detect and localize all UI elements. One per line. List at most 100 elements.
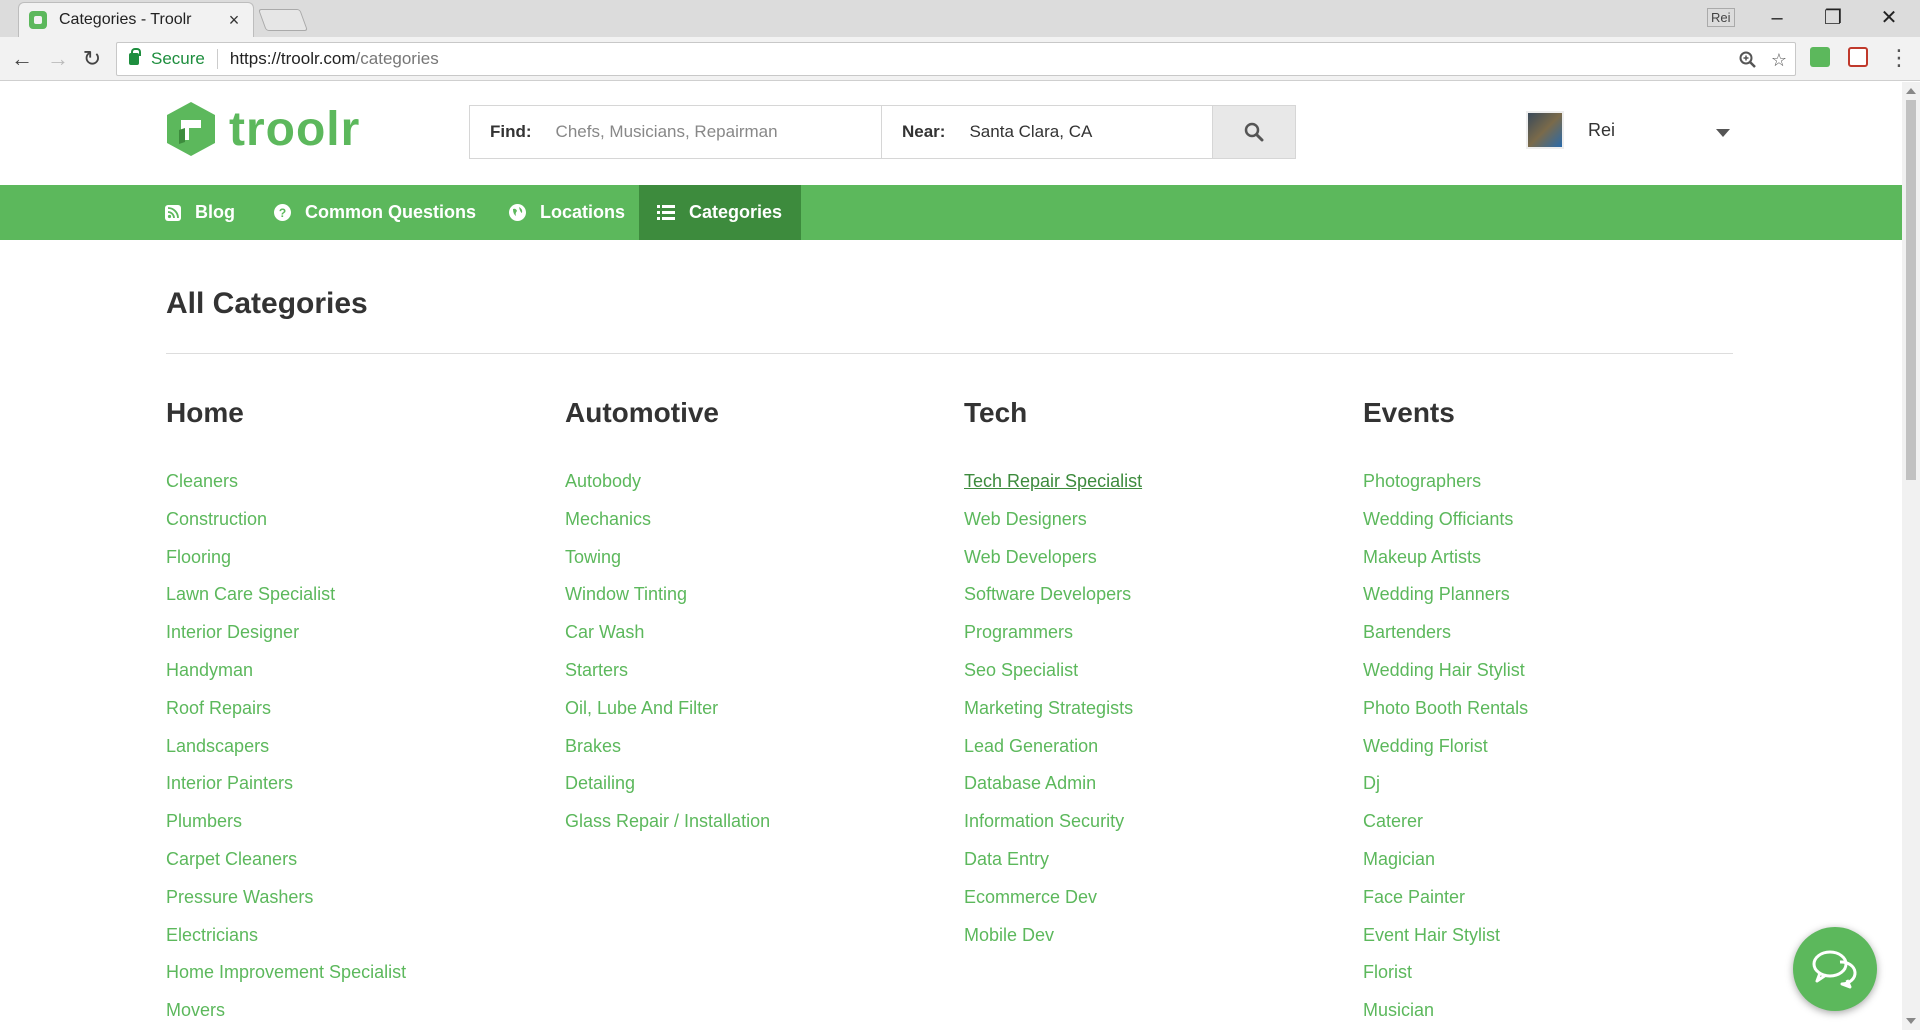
category-link[interactable]: Interior Painters bbox=[166, 773, 406, 811]
category-link[interactable]: Wedding Florist bbox=[1363, 736, 1528, 774]
category-link[interactable]: Wedding Planners bbox=[1363, 584, 1528, 622]
site-header: troolr Find: Chefs, Musicians, Repairman… bbox=[0, 82, 1902, 185]
category-link[interactable]: Plumbers bbox=[166, 811, 406, 849]
category-link[interactable]: Photo Booth Rentals bbox=[1363, 698, 1528, 736]
scroll-down-icon[interactable] bbox=[1906, 1018, 1916, 1024]
reload-icon[interactable]: ↻ bbox=[78, 45, 106, 73]
title-divider bbox=[166, 353, 1733, 354]
nav-item-common-questions[interactable]: ? Common Questions bbox=[256, 185, 494, 240]
forward-arrow-icon[interactable]: → bbox=[44, 45, 72, 73]
category-link[interactable]: Detailing bbox=[565, 773, 770, 811]
category-link[interactable]: Programmers bbox=[964, 622, 1142, 660]
troolr-favicon-icon bbox=[29, 11, 47, 29]
minimize-icon[interactable]: – bbox=[1754, 4, 1800, 32]
find-input[interactable]: Chefs, Musicians, Repairman bbox=[556, 122, 778, 142]
category-link[interactable]: Cleaners bbox=[166, 471, 406, 509]
avatar[interactable] bbox=[1526, 111, 1564, 149]
new-tab-button[interactable] bbox=[257, 9, 309, 31]
category-link[interactable]: Flooring bbox=[166, 547, 406, 585]
find-field[interactable]: Find: Chefs, Musicians, Repairman bbox=[470, 106, 882, 158]
category-link[interactable]: Software Developers bbox=[964, 584, 1142, 622]
category-link[interactable]: Electricians bbox=[166, 925, 406, 963]
extension-green-icon[interactable] bbox=[1810, 47, 1830, 67]
column-title: Home bbox=[166, 397, 244, 428]
bookmark-star-icon[interactable]: ☆ bbox=[1771, 50, 1787, 71]
category-link[interactable]: Event Hair Stylist bbox=[1363, 925, 1528, 963]
browser-tab[interactable]: Categories - Troolr × bbox=[18, 2, 254, 37]
category-link[interactable]: Brakes bbox=[565, 736, 770, 774]
near-input[interactable]: Santa Clara, CA bbox=[969, 122, 1092, 142]
extension-pocket-icon[interactable] bbox=[1848, 47, 1868, 67]
category-link[interactable]: Data Entry bbox=[964, 849, 1142, 887]
category-link[interactable]: Mechanics bbox=[565, 509, 770, 547]
category-link[interactable]: Car Wash bbox=[565, 622, 770, 660]
page-scrollbar[interactable] bbox=[1902, 82, 1920, 1030]
nav-item-locations[interactable]: Locations bbox=[491, 185, 643, 240]
category-link[interactable]: Tech Repair Specialist bbox=[964, 471, 1142, 509]
category-link[interactable]: Lead Generation bbox=[964, 736, 1142, 774]
nav-label: Categories bbox=[689, 202, 783, 222]
restore-icon[interactable]: ❐ bbox=[1810, 4, 1856, 32]
category-link[interactable]: Caterer bbox=[1363, 811, 1528, 849]
list-icon bbox=[657, 205, 675, 220]
category-link[interactable]: Face Painter bbox=[1363, 887, 1528, 925]
category-link[interactable]: Carpet Cleaners bbox=[166, 849, 406, 887]
category-link[interactable]: Makeup Artists bbox=[1363, 547, 1528, 585]
category-link[interactable]: Construction bbox=[166, 509, 406, 547]
nav-item-blog[interactable]: Blog bbox=[147, 185, 253, 240]
category-link[interactable]: Musician bbox=[1363, 1000, 1528, 1030]
category-link[interactable]: Home Improvement Specialist bbox=[166, 962, 406, 1000]
category-link[interactable]: Magician bbox=[1363, 849, 1528, 887]
category-link[interactable]: Photographers bbox=[1363, 471, 1528, 509]
svg-text:?: ? bbox=[279, 206, 286, 220]
category-link[interactable]: Movers bbox=[166, 1000, 406, 1030]
category-link[interactable]: Starters bbox=[565, 660, 770, 698]
category-link[interactable]: Handyman bbox=[166, 660, 406, 698]
category-link[interactable]: Ecommerce Dev bbox=[964, 887, 1142, 925]
window-close-icon[interactable]: ✕ bbox=[1866, 4, 1912, 32]
category-link[interactable]: Lawn Care Specialist bbox=[166, 584, 406, 622]
category-link[interactable]: Dj bbox=[1363, 773, 1528, 811]
search-button[interactable] bbox=[1212, 106, 1295, 158]
tab-close-icon[interactable]: × bbox=[225, 10, 243, 31]
browser-menu-icon[interactable]: ⋮ bbox=[1888, 43, 1910, 73]
category-link[interactable]: Database Admin bbox=[964, 773, 1142, 811]
scrollbar-thumb[interactable] bbox=[1906, 100, 1916, 480]
category-link[interactable]: Autobody bbox=[565, 471, 770, 509]
user-menu[interactable]: Rei bbox=[1526, 111, 1615, 149]
category-link[interactable]: Wedding Officiants bbox=[1363, 509, 1528, 547]
category-link[interactable]: Web Designers bbox=[964, 509, 1142, 547]
address-bar[interactable]: Secure https://troolr.com/categories ☆ bbox=[116, 42, 1796, 76]
category-link[interactable]: Pressure Washers bbox=[166, 887, 406, 925]
category-link[interactable]: Marketing Strategists bbox=[964, 698, 1142, 736]
category-link[interactable]: Web Developers bbox=[964, 547, 1142, 585]
category-link[interactable]: Bartenders bbox=[1363, 622, 1528, 660]
category-link[interactable]: Glass Repair / Installation bbox=[565, 811, 770, 849]
scroll-up-icon[interactable] bbox=[1906, 88, 1916, 94]
nav-item-categories[interactable]: Categories bbox=[639, 185, 801, 240]
window-profile-badge[interactable]: Rei bbox=[1707, 8, 1735, 27]
category-link[interactable]: Florist bbox=[1363, 962, 1528, 1000]
category-link[interactable]: Roof Repairs bbox=[166, 698, 406, 736]
category-link[interactable]: Mobile Dev bbox=[964, 925, 1142, 963]
category-link[interactable]: Seo Specialist bbox=[964, 660, 1142, 698]
caret-down-icon[interactable] bbox=[1716, 129, 1730, 137]
back-arrow-icon[interactable]: ← bbox=[8, 45, 36, 73]
category-link[interactable]: Towing bbox=[565, 547, 770, 585]
near-field[interactable]: Near: Santa Clara, CA bbox=[882, 106, 1212, 158]
category-link[interactable]: Window Tinting bbox=[565, 584, 770, 622]
tab-title: Categories - Troolr bbox=[59, 11, 192, 28]
question-icon: ? bbox=[274, 204, 291, 221]
zoom-icon[interactable] bbox=[1739, 51, 1757, 69]
url-path: /categories bbox=[355, 49, 439, 68]
category-list: Autobody Mechanics Towing Window Tinting Car… bbox=[565, 471, 770, 849]
category-link[interactable]: Information Security bbox=[964, 811, 1142, 849]
chat-button[interactable] bbox=[1793, 927, 1877, 1011]
category-link[interactable]: Interior Designer bbox=[166, 622, 406, 660]
category-link[interactable]: Oil, Lube And Filter bbox=[565, 698, 770, 736]
user-name[interactable]: Rei bbox=[1588, 120, 1615, 141]
column-title: Automotive bbox=[565, 397, 719, 428]
category-link[interactable]: Landscapers bbox=[166, 736, 406, 774]
category-link[interactable]: Wedding Hair Stylist bbox=[1363, 660, 1528, 698]
troolr-logo[interactable]: troolr bbox=[165, 100, 360, 158]
